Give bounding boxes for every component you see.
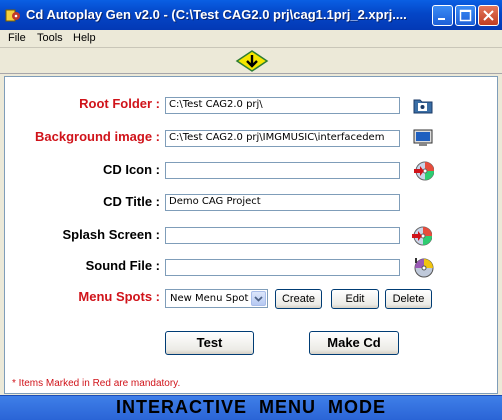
mandatory-footnote: * Items Marked in Red are mandatory. xyxy=(12,378,181,389)
mode-status-bar: INTERACTIVE MENU MODE xyxy=(0,395,502,420)
cd-title-label: CD Title : xyxy=(103,194,160,209)
splash-screen-input[interactable] xyxy=(165,227,400,244)
make-cd-button[interactable]: Make Cd xyxy=(309,331,399,355)
app-icon xyxy=(5,9,20,22)
sound-file-label: Sound File : xyxy=(85,258,160,273)
chevron-down-icon[interactable] xyxy=(251,291,266,306)
background-image-input[interactable]: C:\Test CAG2.0 prj\IMGMUSIC\interfacedem xyxy=(165,130,400,147)
menu-spots-select[interactable]: New Menu Spot xyxy=(165,289,268,308)
root-folder-label: Root Folder : xyxy=(79,96,160,111)
menu-file[interactable]: File xyxy=(8,32,26,44)
sound-file-input[interactable] xyxy=(165,259,400,276)
mode-status-text: INTERACTIVE MENU MODE xyxy=(115,397,386,417)
monitor-icon[interactable] xyxy=(412,127,434,149)
create-button[interactable]: Create xyxy=(275,289,322,309)
folder-icon[interactable] xyxy=(412,94,434,116)
splash-screen-label: Splash Screen : xyxy=(62,227,160,242)
delete-button[interactable]: Delete xyxy=(385,289,432,309)
maximize-icon xyxy=(459,9,472,22)
menu-spots-value: New Menu Spot xyxy=(170,293,249,304)
menu-spots-label: Menu Spots : xyxy=(78,289,160,304)
root-folder-input[interactable]: C:\Test CAG2.0 prj\ xyxy=(165,97,400,114)
background-image-label: Background image : xyxy=(35,129,160,144)
test-button[interactable]: Test xyxy=(165,331,254,355)
window-title: Cd Autoplay Gen v2.0 - (C:\Test CAG2.0 p… xyxy=(26,7,407,22)
cd-icon-label: CD Icon : xyxy=(102,162,160,177)
down-arrow-icon[interactable] xyxy=(235,50,269,72)
cd-title-input[interactable]: Demo CAG Project xyxy=(165,194,400,211)
toolbar xyxy=(0,48,502,74)
maximize-button[interactable] xyxy=(455,5,476,26)
cd-icon[interactable] xyxy=(412,160,434,182)
close-icon xyxy=(483,10,494,21)
cd-icon[interactable] xyxy=(410,225,432,247)
menu-help[interactable]: Help xyxy=(73,32,96,44)
title-bar: Cd Autoplay Gen v2.0 - (C:\Test CAG2.0 p… xyxy=(0,0,502,30)
menu-bar: File Tools Help xyxy=(0,30,502,48)
cd-icon-input[interactable] xyxy=(165,162,400,179)
edit-button[interactable]: Edit xyxy=(331,289,379,309)
disk-icon[interactable] xyxy=(412,256,434,278)
close-button[interactable] xyxy=(478,5,499,26)
menu-tools[interactable]: Tools xyxy=(37,32,63,44)
minimize-icon xyxy=(438,18,445,20)
minimize-button[interactable] xyxy=(432,5,453,26)
